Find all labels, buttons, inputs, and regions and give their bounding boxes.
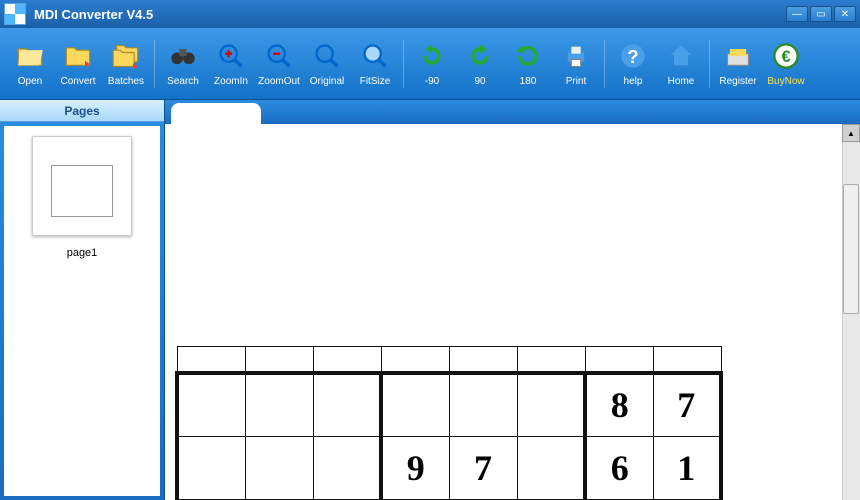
folder-batches-icon <box>110 40 142 72</box>
register-button[interactable]: Register <box>714 32 762 96</box>
toolbar-separator <box>154 40 155 88</box>
minimize-button[interactable]: — <box>786 6 808 22</box>
batches-button[interactable]: Batches <box>102 32 150 96</box>
rotate-180-button[interactable]: 180 <box>504 32 552 96</box>
help-icon: ? <box>617 40 649 72</box>
page-thumbnail[interactable]: page1 <box>27 136 137 259</box>
sudoku-grid: 8 7 9 7 6 1 7 3 <box>175 346 791 500</box>
rotate-left-icon <box>416 40 448 72</box>
rotate-right-icon <box>464 40 496 72</box>
magnifier-fit-icon <box>359 40 391 72</box>
grid-cell <box>449 373 517 437</box>
zoom-out-icon <box>263 40 295 72</box>
toolbar-separator <box>403 40 404 88</box>
app-logo <box>4 3 26 25</box>
toolbar-separator <box>604 40 605 88</box>
grid-cell <box>177 437 245 500</box>
active-tab[interactable] <box>171 103 261 125</box>
window-controls: — ▭ ✕ <box>786 6 856 22</box>
page-thumbnail-label: page1 <box>27 247 137 259</box>
close-button[interactable]: ✕ <box>834 6 856 22</box>
rotate-90-button[interactable]: 90 <box>456 32 504 96</box>
app-title: MDI Converter V4.5 <box>34 7 786 22</box>
grid-cell: 7 <box>653 373 721 437</box>
binoculars-icon <box>167 40 199 72</box>
grid-cell: 9 <box>381 437 449 500</box>
tab-strip <box>165 100 860 124</box>
home-button[interactable]: Home <box>657 32 705 96</box>
page-preview-icon <box>32 136 132 236</box>
grid-cell <box>313 437 381 500</box>
folder-convert-icon <box>62 40 94 72</box>
svg-text:?: ? <box>627 46 638 67</box>
register-icon <box>722 40 754 72</box>
scroll-up-button[interactable]: ▲ <box>842 124 860 142</box>
grid-cell: 1 <box>653 437 721 500</box>
document-viewer: 8 7 9 7 6 1 7 3 <box>165 100 860 500</box>
thumbnail-list: page1 <box>4 126 160 496</box>
zoom-in-icon <box>215 40 247 72</box>
grid-cell <box>381 373 449 437</box>
rotate-180-icon <box>512 40 544 72</box>
open-button[interactable]: Open <box>6 32 54 96</box>
magnifier-original-icon <box>311 40 343 72</box>
pages-sidebar: Pages page1 <box>0 100 165 500</box>
maximize-button[interactable]: ▭ <box>810 6 832 22</box>
fit-size-button[interactable]: FitSize <box>351 32 399 96</box>
grid-cell <box>177 373 245 437</box>
document-canvas[interactable]: 8 7 9 7 6 1 7 3 <box>165 124 860 500</box>
zoom-out-button[interactable]: ZoomOut <box>255 32 303 96</box>
toolbar-separator <box>709 40 710 88</box>
grid-cell: 7 <box>449 437 517 500</box>
original-size-button[interactable]: Original <box>303 32 351 96</box>
search-button[interactable]: Search <box>159 32 207 96</box>
sidebar-header: Pages <box>0 100 164 122</box>
printer-icon <box>560 40 592 72</box>
scroll-thumb[interactable] <box>843 184 859 314</box>
rotate-minus90-button[interactable]: -90 <box>408 32 456 96</box>
folder-open-icon <box>14 40 46 72</box>
convert-button[interactable]: Convert <box>54 32 102 96</box>
vertical-scrollbar[interactable]: ▲ <box>842 124 860 500</box>
grid-cell <box>245 373 313 437</box>
grid-cell <box>517 373 585 437</box>
grid-cell <box>245 437 313 500</box>
zoom-in-button[interactable]: ZoomIn <box>207 32 255 96</box>
grid-cell <box>517 437 585 500</box>
buy-now-button[interactable]: € BuyNow <box>762 32 810 96</box>
svg-text:€: € <box>781 48 790 66</box>
euro-coin-icon: € <box>770 40 802 72</box>
grid-cell <box>313 373 381 437</box>
print-button[interactable]: Print <box>552 32 600 96</box>
home-icon <box>665 40 697 72</box>
title-bar: MDI Converter V4.5 — ▭ ✕ <box>0 0 860 28</box>
grid-cell: 8 <box>585 373 653 437</box>
grid-cell: 6 <box>585 437 653 500</box>
toolbar: Open Convert Batches Search ZoomIn ZoomO… <box>0 28 860 100</box>
help-button[interactable]: ? help <box>609 32 657 96</box>
